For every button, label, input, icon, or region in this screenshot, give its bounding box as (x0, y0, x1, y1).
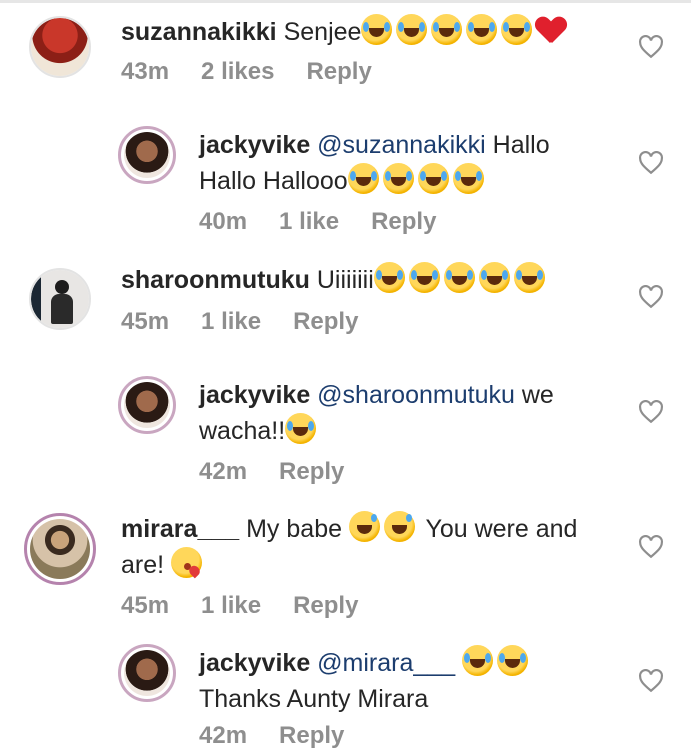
reply-button[interactable]: Reply (293, 592, 358, 620)
avatar[interactable] (118, 644, 176, 702)
comment-time: 42m (199, 458, 248, 485)
comment-username[interactable]: jackyvike (199, 381, 310, 409)
avatar[interactable] (118, 126, 176, 184)
avatar[interactable] (29, 16, 91, 78)
tears-of-joy-emoji (443, 262, 475, 293)
reply-button[interactable]: Reply (293, 308, 358, 336)
tears-of-joy-emoji (347, 163, 379, 194)
likes-count[interactable]: 1 like (201, 592, 261, 620)
comment-body: suzannakikki Senjee (121, 14, 566, 50)
reply-button[interactable]: Reply (279, 722, 344, 750)
comment-text: we (521, 381, 554, 409)
comment-time: 45m (121, 308, 170, 335)
comment-text: Uiiiiiii (316, 266, 374, 294)
avatar[interactable] (29, 268, 91, 330)
heart-outline-icon[interactable] (638, 535, 664, 559)
tears-of-joy-emoji (478, 262, 510, 293)
comment-body: jackyvike @suzannakikki Hallo Hallo Hall… (199, 127, 599, 199)
tears-of-joy-emoji (408, 262, 440, 293)
reply-button[interactable]: Reply (371, 208, 436, 236)
mention-link[interactable]: @suzannakikki (317, 131, 486, 159)
comment-username[interactable]: jackyvike (199, 649, 310, 677)
comment-text: Thanks Aunty Mirara (199, 685, 429, 713)
comment-text: You were and (425, 515, 578, 543)
heart-outline-icon[interactable] (638, 285, 664, 309)
comment-time: 43m (121, 58, 170, 85)
comment-username[interactable]: sharoonmutuku (121, 266, 310, 294)
blowing-kiss-emoji (171, 547, 203, 578)
tears-of-joy-emoji (396, 14, 428, 45)
top-divider (0, 0, 691, 3)
tears-of-joy-emoji (452, 163, 484, 194)
tears-of-joy-emoji (373, 262, 405, 293)
tears-of-joy-emoji (382, 163, 414, 194)
mention-link[interactable]: @sharoonmutuku (317, 381, 515, 409)
mention-link[interactable]: @mirara___ (317, 649, 455, 677)
tears-of-joy-emoji (501, 14, 533, 45)
tears-of-joy-emoji (497, 645, 529, 676)
reply-button[interactable]: Reply (306, 58, 371, 86)
comment-time: 42m (199, 722, 248, 749)
reply-button[interactable]: Reply (279, 458, 344, 486)
comment-meta: 42m Reply (199, 458, 376, 486)
tears-of-joy-emoji (417, 163, 449, 194)
comment-body: sharoonmutuku Uiiiiiii (121, 262, 549, 298)
tears-of-joy-emoji (361, 14, 393, 45)
comment-username[interactable]: mirara___ (121, 515, 239, 543)
avatar[interactable] (24, 513, 96, 585)
comment-time: 45m (121, 592, 170, 619)
tears-of-joy-emoji (431, 14, 463, 45)
comment-body: mirara___ My babe You were and are! (121, 511, 601, 583)
grinning-sweat-emoji (348, 511, 380, 542)
likes-count[interactable]: 1 like (279, 208, 339, 236)
comment-body: jackyvike @mirara___ Thanks Aunty Mirara (199, 645, 599, 717)
comment-time: 40m (199, 208, 248, 235)
likes-count[interactable]: 1 like (201, 308, 261, 336)
comment-meta: 45m 1 like Reply (121, 308, 390, 336)
red-heart-emoji (536, 15, 566, 45)
comment-text: wacha!! (199, 417, 286, 445)
comment-meta: 40m 1 like Reply (199, 208, 468, 236)
heart-outline-icon[interactable] (638, 151, 664, 175)
comment-text: are! (121, 551, 165, 579)
comment-text: My babe (246, 515, 342, 543)
heart-outline-icon[interactable] (638, 669, 664, 693)
comment-meta: 45m 1 like Reply (121, 592, 390, 620)
grinning-sweat-emoji (383, 511, 415, 542)
comment-text: Senjee (283, 18, 362, 46)
comment-meta: 43m 2 likes Reply (121, 58, 404, 86)
heart-outline-icon[interactable] (638, 35, 664, 59)
tears-of-joy-emoji (466, 14, 498, 45)
comment-body: jackyvike @sharoonmutuku we wacha!! (199, 377, 599, 449)
tears-of-joy-emoji (285, 413, 317, 444)
avatar[interactable] (118, 376, 176, 434)
comment-username[interactable]: jackyvike (199, 131, 310, 159)
comment-meta: 42m Reply (199, 722, 376, 750)
tears-of-joy-emoji (513, 262, 545, 293)
comment-username[interactable]: suzannakikki (121, 18, 277, 46)
heart-outline-icon[interactable] (638, 400, 664, 424)
likes-count[interactable]: 2 likes (201, 58, 274, 86)
tears-of-joy-emoji (462, 645, 494, 676)
